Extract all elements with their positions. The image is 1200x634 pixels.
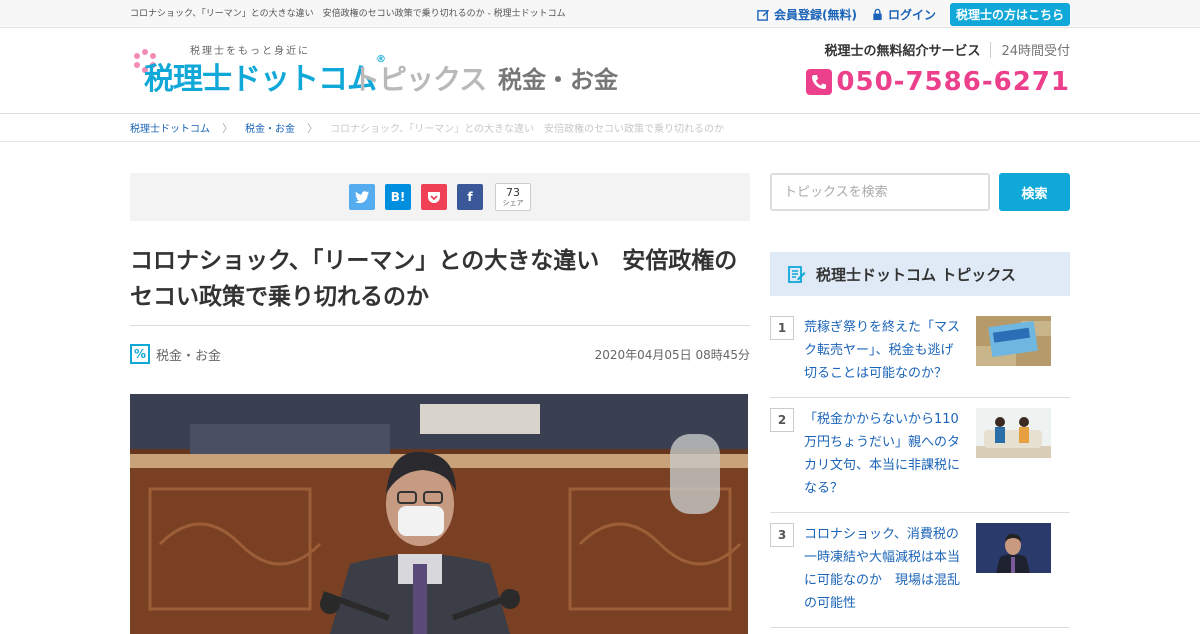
phone-icon <box>806 69 833 95</box>
ranking-title[interactable]: 「税金かからないから110万円ちょうだい」親へのタカリ文句、本当に非課税になる？ <box>804 408 966 500</box>
article-title: コロナショック、「リーマン」との大きな違い 安倍政権のセコい政策で乗り切れるのか <box>130 243 750 326</box>
logo-category: 税金・お金 <box>498 66 618 94</box>
login-link[interactable]: ログイン <box>871 6 936 23</box>
breadcrumb-home[interactable]: 税理士ドットコム <box>130 120 210 135</box>
article-meta: % 税金・お金 2020年04月05日 08時45分 <box>130 326 750 382</box>
search-input[interactable] <box>770 173 990 211</box>
edit-icon <box>757 9 770 21</box>
twitter-share-button[interactable] <box>349 184 375 210</box>
site-header: 税理士をもっと身近に 税理士ドットコム® トピックス 税金・お金 税理士の無料紹… <box>0 28 1200 114</box>
top-links: 会員登録(無料) ログイン 税理士の方はこちら <box>757 2 1070 26</box>
ranking-thumbnail[interactable] <box>976 408 1051 458</box>
rank-number: 3 <box>770 523 794 547</box>
document-edit-icon <box>788 266 806 283</box>
share-count-badge: 73 シェア <box>495 183 531 211</box>
hatena-bookmark-button[interactable]: B! <box>385 184 411 210</box>
header-service-info: 税理士の無料紹介サービス 24時間受付 050-7586-6271 <box>806 40 1070 97</box>
article-main: B! f 73 シェア コロナショック、「リーマン」との大きな違い 安倍政権のセ… <box>130 173 750 634</box>
rank-number: 2 <box>770 408 794 432</box>
page-title-text: コロナショック、「リーマン」との大きな違い 安倍政権のセコい政策で乗り切れるのか… <box>130 9 566 19</box>
article-date: 2020年04月05日 08時45分 <box>594 347 750 362</box>
breadcrumb: 税理士ドットコム 〉 税金・お金 〉 コロナショック、「リーマン」との大きな違い… <box>0 114 1200 142</box>
breadcrumb-separator: 〉 <box>307 121 318 135</box>
top-bar: コロナショック、「リーマン」との大きな違い 安倍政権のセコい政策で乗り切れるのか… <box>0 0 1200 28</box>
share-count-unit: シェア <box>502 199 524 207</box>
share-count: 73 <box>506 186 520 199</box>
ranking-item[interactable]: 3 コロナショック、消費税の一時凍結や大幅減税は本当に可能なのか 現場は混乱の可… <box>770 513 1070 628</box>
share-bar: B! f 73 シェア <box>130 173 750 221</box>
ranking-title[interactable]: コロナショック、消費税の一時凍結や大幅減税は本当に可能なのか 現場は混乱の可能性 <box>804 523 966 615</box>
ranking-title[interactable]: 荒稼ぎ祭りを終えた「マスク転売ヤー」、税金も逃げ切ることは可能なのか？ <box>804 316 966 385</box>
sidebar: 検索 税理士ドットコム トピックス 1 荒稼ぎ祭りを終えた「マスク転売ヤー」、税… <box>770 173 1070 628</box>
lock-icon <box>873 8 882 20</box>
percent-icon: % <box>130 344 150 364</box>
ranking-thumbnail[interactable] <box>976 316 1051 366</box>
ranking-item[interactable]: 1 荒稼ぎ祭りを終えた「マスク転売ヤー」、税金も逃げ切ることは可能なのか？ <box>770 306 1070 398</box>
rank-number: 1 <box>770 316 794 340</box>
tax-accountant-button[interactable]: 税理士の方はこちら <box>949 2 1070 26</box>
breadcrumb-separator: 〉 <box>222 121 233 135</box>
article-hero-image <box>130 394 748 634</box>
logo-topics: トピックス <box>352 63 487 96</box>
register-label: 会員登録(無料) <box>773 7 857 22</box>
article-category: 税金・お金 <box>156 348 222 364</box>
ranking-list: 1 荒稼ぎ祭りを終えた「マスク転売ヤー」、税金も逃げ切ることは可能なのか？ 2 … <box>770 306 1070 628</box>
breadcrumb-category[interactable]: 税金・お金 <box>245 120 295 135</box>
phone-number-link[interactable]: 050-7586-6271 <box>806 67 1070 97</box>
article-category-link[interactable]: % 税金・お金 <box>130 344 221 364</box>
ranking-item[interactable]: 2 「税金かからないから110万円ちょうだい」親へのタカリ文句、本当に非課税にな… <box>770 398 1070 513</box>
service-hours: 24時間受付 <box>1001 44 1070 59</box>
phone-number: 050-7586-6271 <box>836 67 1070 97</box>
search-button[interactable]: 検索 <box>999 173 1070 211</box>
ranking-thumbnail[interactable] <box>976 523 1051 573</box>
pocket-icon <box>428 191 440 203</box>
site-logo[interactable]: 税理士をもっと身近に 税理士ドットコム® トピックス 税金・お金 <box>130 38 620 104</box>
search-form: 検索 <box>770 173 1070 211</box>
service-name: 税理士の無料紹介サービス <box>824 44 981 59</box>
facebook-share-button[interactable]: f <box>457 184 483 210</box>
pocket-button[interactable] <box>421 184 447 210</box>
twitter-icon <box>355 191 369 203</box>
register-link[interactable]: 会員登録(無料) <box>757 6 857 23</box>
topics-section-title: 税理士ドットコム トピックス <box>816 265 1016 284</box>
login-label: ログイン <box>887 7 936 22</box>
topics-section-header: 税理士ドットコム トピックス <box>770 252 1070 296</box>
breadcrumb-current: コロナショック、「リーマン」との大きな違い 安倍政権のセコい政策で乗り切れるのか <box>330 124 724 135</box>
divider <box>990 41 992 58</box>
logo-brand: 税理士ドットコム® <box>144 54 386 97</box>
